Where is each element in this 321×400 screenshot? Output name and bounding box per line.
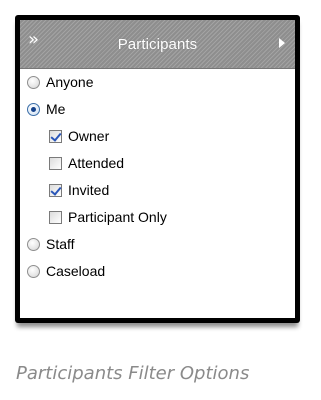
owner-checkbox[interactable]: [49, 129, 62, 143]
attended-checkbox[interactable]: [49, 156, 62, 170]
anyone-radio[interactable]: [27, 75, 40, 89]
option-me[interactable]: Me: [27, 99, 65, 119]
invited-checkbox[interactable]: [49, 183, 62, 197]
anyone-label: Anyone: [46, 74, 94, 90]
caseload-label: Caseload: [46, 263, 106, 279]
option-anyone[interactable]: Anyone: [27, 72, 93, 92]
participant-only-checkbox[interactable]: [49, 210, 62, 224]
panel-title: Participants: [117, 35, 198, 53]
participants-panel: » Participants Anyone Me Owner Attended …: [20, 20, 295, 318]
screenshot-stage: » Participants Anyone Me Owner Attended …: [0, 0, 321, 400]
staff-radio[interactable]: [27, 237, 40, 251]
me-label: Me: [46, 101, 66, 117]
triangle-right-icon[interactable]: [279, 38, 285, 48]
option-owner[interactable]: Owner: [49, 126, 109, 146]
option-attended[interactable]: Attended: [49, 153, 124, 173]
participants-panel-frame: » Participants Anyone Me Owner Attended …: [15, 15, 300, 323]
owner-label: Owner: [68, 128, 110, 144]
invited-label: Invited: [68, 182, 110, 198]
me-radio[interactable]: [27, 102, 40, 116]
participant-only-label: Participant Only: [68, 209, 167, 225]
figure-caption: Participants Filter Options: [16, 363, 250, 384]
double-chevron-icon[interactable]: »: [28, 30, 39, 50]
option-staff[interactable]: Staff: [27, 234, 75, 254]
panel-header: » Participants: [20, 20, 295, 69]
attended-label: Attended: [68, 155, 125, 171]
option-participant-only[interactable]: Participant Only: [49, 207, 167, 227]
caseload-radio[interactable]: [27, 264, 40, 278]
option-caseload[interactable]: Caseload: [27, 261, 105, 281]
option-invited[interactable]: Invited: [49, 180, 109, 200]
participant-options: Anyone Me Owner Attended Invited Partici…: [20, 69, 295, 318]
staff-label: Staff: [46, 236, 75, 252]
